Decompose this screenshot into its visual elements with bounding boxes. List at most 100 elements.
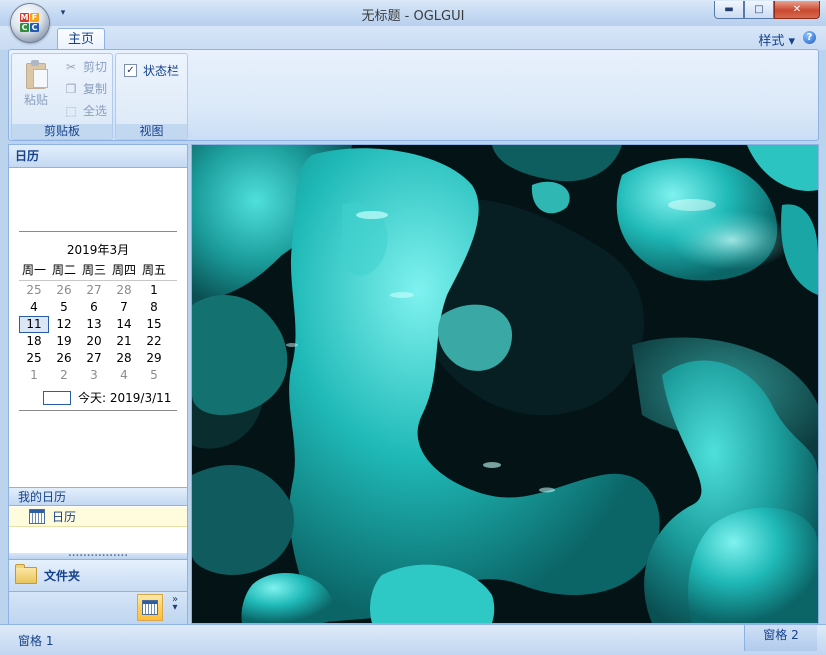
calendar-day[interactable]: 27 bbox=[79, 282, 109, 299]
calendar-bottom-divider bbox=[19, 410, 177, 411]
window-title: 无标题 - OGLGUI bbox=[361, 9, 465, 24]
calendar-day[interactable]: 7 bbox=[109, 299, 139, 316]
calendar-day[interactable]: 5 bbox=[139, 367, 169, 384]
status-pane-1: 窗格 1 bbox=[18, 634, 54, 648]
close-button[interactable]: ✕ bbox=[774, 1, 820, 19]
calendar-day[interactable]: 1 bbox=[19, 367, 49, 384]
calendar-week-row: 1 2 3 4 5 bbox=[19, 367, 177, 384]
weekday-label: 周三 bbox=[81, 263, 106, 277]
calendar-day[interactable]: 5 bbox=[49, 299, 79, 316]
tab-home[interactable]: 主页 bbox=[57, 28, 105, 51]
weekday-header-row: 周一 周二 周三 周四 周五 bbox=[19, 261, 177, 281]
calendar-nav-button[interactable] bbox=[137, 594, 163, 621]
ribbon-tab-strip: 主页 样式 ▾ ? bbox=[0, 26, 826, 51]
calendar-day[interactable]: 13 bbox=[79, 316, 109, 333]
ribbon-panel: 粘贴 ✂ 剪切 ❐ 复制 ⬚ 全选 剪贴板 ✓ 状态栏 视图 bbox=[8, 49, 819, 141]
paste-label: 粘贴 bbox=[23, 93, 48, 107]
calendar-day[interactable]: 3 bbox=[79, 367, 109, 384]
navigation-pane: 日历 2019年3月 周一 周二 周三 周四 周五 25 26 27 28 1 … bbox=[8, 144, 188, 624]
status-bar: 窗格 1 窗格 2 bbox=[0, 624, 826, 655]
calendar-day-selected[interactable]: 11 bbox=[19, 316, 49, 333]
today-button[interactable]: 今天: 2019/3/11 bbox=[19, 389, 177, 406]
calendar-day[interactable]: 14 bbox=[109, 316, 139, 333]
statusbar-checkbox[interactable]: ✓ 状态栏 bbox=[124, 62, 179, 79]
cut-button[interactable]: ✂ 剪切 bbox=[63, 57, 107, 76]
calendar-day[interactable]: 29 bbox=[139, 350, 169, 367]
logo-letter: C bbox=[30, 23, 39, 32]
application-button[interactable]: M F C C bbox=[11, 4, 49, 42]
month-calendar[interactable]: 2019年3月 周一 周二 周三 周四 周五 25 26 27 28 1 4 5… bbox=[19, 231, 177, 411]
calendar-day[interactable]: 4 bbox=[109, 367, 139, 384]
maximize-button[interactable]: □ bbox=[744, 1, 774, 19]
calendar-day[interactable]: 12 bbox=[49, 316, 79, 333]
folders-button-label: 文件夹 bbox=[44, 569, 81, 583]
logo-letter: F bbox=[30, 13, 39, 22]
calendar-week-row: 18 19 20 21 22 bbox=[19, 333, 177, 350]
style-menu-button[interactable]: 样式 ▾ bbox=[758, 30, 795, 49]
calendar-day[interactable]: 19 bbox=[49, 333, 79, 350]
select-all-icon: ⬚ bbox=[65, 103, 77, 118]
calendar-day[interactable]: 21 bbox=[109, 333, 139, 350]
calendar-week-row: 25 26 27 28 29 bbox=[19, 350, 177, 367]
view-group-label: 视图 bbox=[116, 124, 187, 139]
calendar-day[interactable]: 1 bbox=[139, 282, 169, 299]
scissors-icon: ✂ bbox=[65, 59, 77, 74]
checkbox-checked-icon: ✓ bbox=[124, 64, 137, 77]
logo-letter: M bbox=[20, 13, 29, 22]
calendar-day[interactable]: 8 bbox=[139, 299, 169, 316]
opengl-view[interactable] bbox=[191, 144, 819, 624]
clipboard-group: 粘贴 ✂ 剪切 ❐ 复制 ⬚ 全选 剪贴板 bbox=[11, 53, 113, 140]
nav-pane-button-bar: » ▾ bbox=[9, 591, 187, 624]
calendar-day[interactable]: 25 bbox=[19, 282, 49, 299]
logo-letter: C bbox=[20, 23, 29, 32]
calendar-day[interactable]: 26 bbox=[49, 350, 79, 367]
weekday-label: 周二 bbox=[51, 263, 76, 277]
paste-button[interactable]: 粘贴 bbox=[18, 58, 54, 110]
calendar-month-title: 2019年3月 bbox=[66, 243, 130, 257]
calendar-day[interactable]: 26 bbox=[49, 282, 79, 299]
calendar-day[interactable]: 28 bbox=[109, 282, 139, 299]
calendar-day[interactable]: 28 bbox=[109, 350, 139, 367]
my-calendars-item-label: 日历 bbox=[52, 510, 77, 524]
window-controls: ▬ □ ✕ bbox=[714, 1, 820, 19]
select-all-button[interactable]: ⬚ 全选 bbox=[63, 101, 107, 120]
folders-button[interactable]: 文件夹 bbox=[9, 559, 187, 591]
paste-icon bbox=[25, 60, 48, 89]
my-calendars-item[interactable]: 日历 bbox=[9, 507, 187, 527]
title-bar: ▾ 无标题 - OGLGUI ▬ □ ✕ bbox=[0, 0, 826, 27]
mfc-logo-icon: M F C C bbox=[20, 13, 40, 33]
calendar-day[interactable]: 6 bbox=[79, 299, 109, 316]
minimize-button[interactable]: ▬ bbox=[714, 1, 744, 19]
calendar-day[interactable]: 27 bbox=[79, 350, 109, 367]
weekday-label: 周一 bbox=[21, 263, 46, 277]
calendar-top-divider bbox=[19, 231, 177, 232]
calendar-day[interactable]: 25 bbox=[19, 350, 49, 367]
copy-button[interactable]: ❐ 复制 bbox=[63, 79, 107, 98]
clipboard-group-label: 剪贴板 bbox=[12, 124, 112, 139]
calendar-icon bbox=[142, 600, 158, 615]
calendar-day[interactable]: 15 bbox=[139, 316, 169, 333]
calendar-day[interactable]: 18 bbox=[19, 333, 49, 350]
weekday-label: 周五 bbox=[141, 263, 166, 277]
opengl-scene-image bbox=[192, 145, 818, 623]
calendar-day[interactable]: 2 bbox=[49, 367, 79, 384]
status-pane-2: 窗格 2 bbox=[744, 625, 817, 651]
copy-icon: ❐ bbox=[65, 81, 77, 96]
configure-buttons-icon[interactable]: » ▾ bbox=[168, 595, 182, 613]
help-icon[interactable]: ? bbox=[803, 31, 816, 44]
cut-label: 剪切 bbox=[83, 60, 108, 74]
calendar-week-row: 4 5 6 7 8 bbox=[19, 299, 177, 316]
calendar-day[interactable]: 22 bbox=[139, 333, 169, 350]
copy-label: 复制 bbox=[83, 82, 108, 96]
statusbar-checkbox-label: 状态栏 bbox=[143, 64, 180, 78]
calendar-icon bbox=[29, 509, 45, 524]
my-calendars-header[interactable]: 我的日历 bbox=[9, 487, 187, 506]
calendar-week-row: 11 12 13 14 15 bbox=[19, 316, 177, 333]
select-all-label: 全选 bbox=[83, 104, 108, 118]
view-group: ✓ 状态栏 视图 bbox=[115, 53, 188, 140]
calendar-day[interactable]: 20 bbox=[79, 333, 109, 350]
calendar-day[interactable]: 4 bbox=[19, 299, 49, 316]
calendar-week-row: 25 26 27 28 1 bbox=[19, 282, 177, 299]
today-label: 今天: 2019/3/11 bbox=[78, 391, 172, 405]
calendar-pane-header: 日历 bbox=[9, 145, 187, 168]
